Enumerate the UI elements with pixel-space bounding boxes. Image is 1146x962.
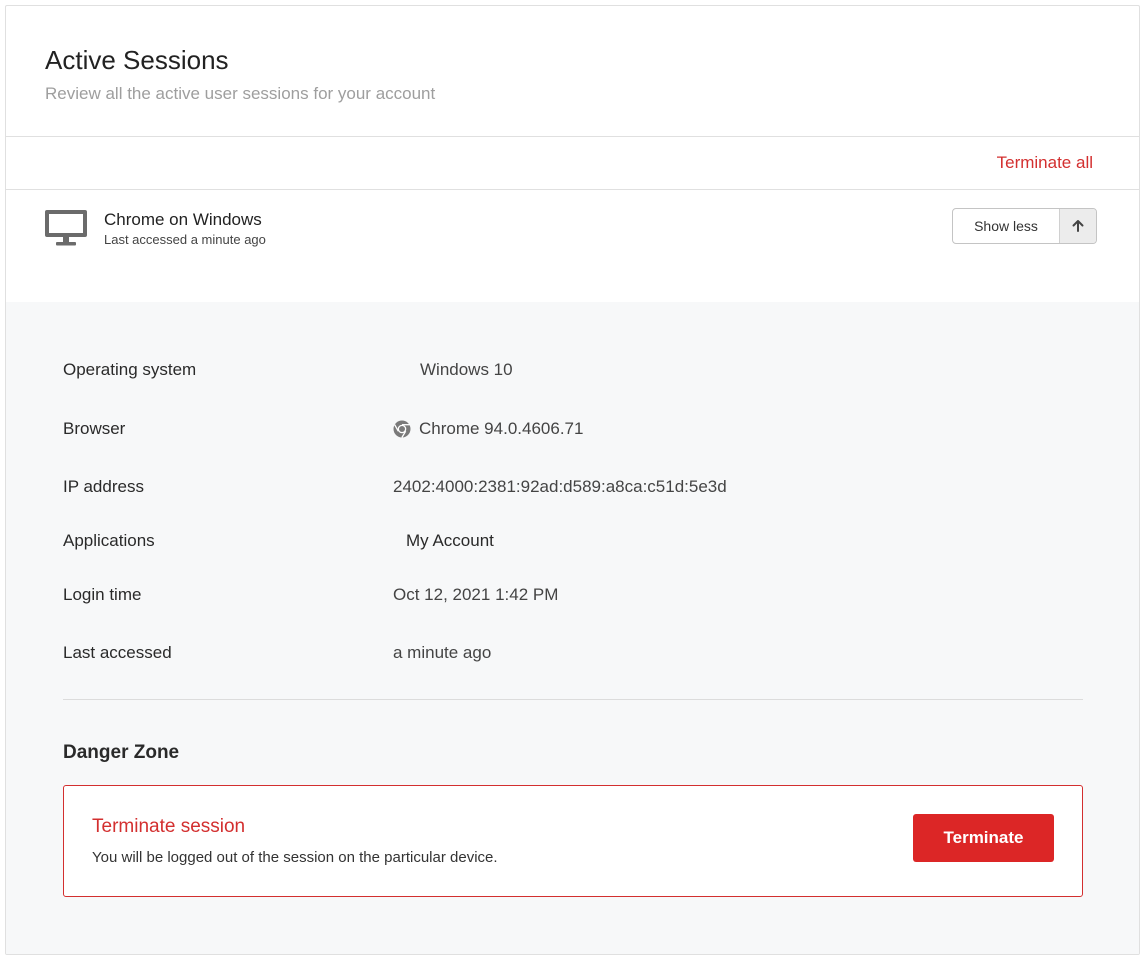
danger-zone-title: Danger Zone <box>63 742 180 763</box>
terminate-session-description: You will be logged out of the session on… <box>92 849 498 866</box>
os-value: Windows 10 <box>420 360 513 379</box>
browser-value: Chrome 94.0.4606.71 <box>419 419 584 438</box>
active-sessions-card: Active Sessions Review all the active us… <box>5 5 1140 955</box>
show-less-label: Show less <box>974 218 1038 234</box>
detail-row-last-accessed: Last accessed a minute ago <box>63 641 1083 665</box>
page-title: Active Sessions <box>45 45 229 75</box>
detail-row-login-time: Login time Oct 12, 2021 1:42 PM <box>63 583 1083 607</box>
last-accessed-label: Last accessed <box>63 643 172 662</box>
applications-label: Applications <box>63 531 155 550</box>
browser-label: Browser <box>63 419 126 438</box>
session-details-panel: Operating system Windows 10 Browser Chro… <box>6 302 1139 954</box>
detail-row-os: Operating system Windows 10 <box>63 358 1083 382</box>
login-time-value: Oct 12, 2021 1:42 PM <box>393 585 559 604</box>
terminate-all-link[interactable]: Terminate all <box>997 153 1093 173</box>
danger-zone-box: Terminate session You will be logged out… <box>63 785 1083 897</box>
detail-row-ip: IP address 2402:4000:2381:92ad:d589:a8ca… <box>63 475 1083 499</box>
show-less-button[interactable]: Show less <box>952 208 1097 244</box>
monitor-icon <box>45 210 87 246</box>
browser-value-group: Chrome 94.0.4606.71 <box>393 417 583 441</box>
applications-value: My Account <box>406 531 494 550</box>
chrome-icon <box>393 420 411 438</box>
actions-row: Terminate all <box>6 137 1139 190</box>
detail-row-browser: Browser Chrome 94.0.4606.71 <box>63 417 1083 441</box>
ip-value: 2402:4000:2381:92ad:d589:a8ca:c51d:5e3d <box>393 477 727 496</box>
session-row: Chrome on Windows Last accessed a minute… <box>6 190 1139 302</box>
terminate-session-heading: Terminate session <box>92 816 246 837</box>
os-label: Operating system <box>63 360 197 379</box>
arrow-up-icon <box>1059 209 1096 243</box>
session-name: Chrome on Windows <box>104 210 262 229</box>
ip-label: IP address <box>63 477 144 496</box>
page-subtitle: Review all the active user sessions for … <box>45 84 436 103</box>
details-divider <box>63 699 1083 700</box>
terminate-button[interactable]: Terminate <box>913 814 1054 862</box>
last-accessed-value: a minute ago <box>393 643 492 662</box>
detail-row-applications: Applications My Account <box>63 529 1083 553</box>
login-time-label: Login time <box>63 585 142 604</box>
session-last-accessed: Last accessed a minute ago <box>104 232 266 247</box>
card-header: Active Sessions Review all the active us… <box>6 6 1139 137</box>
